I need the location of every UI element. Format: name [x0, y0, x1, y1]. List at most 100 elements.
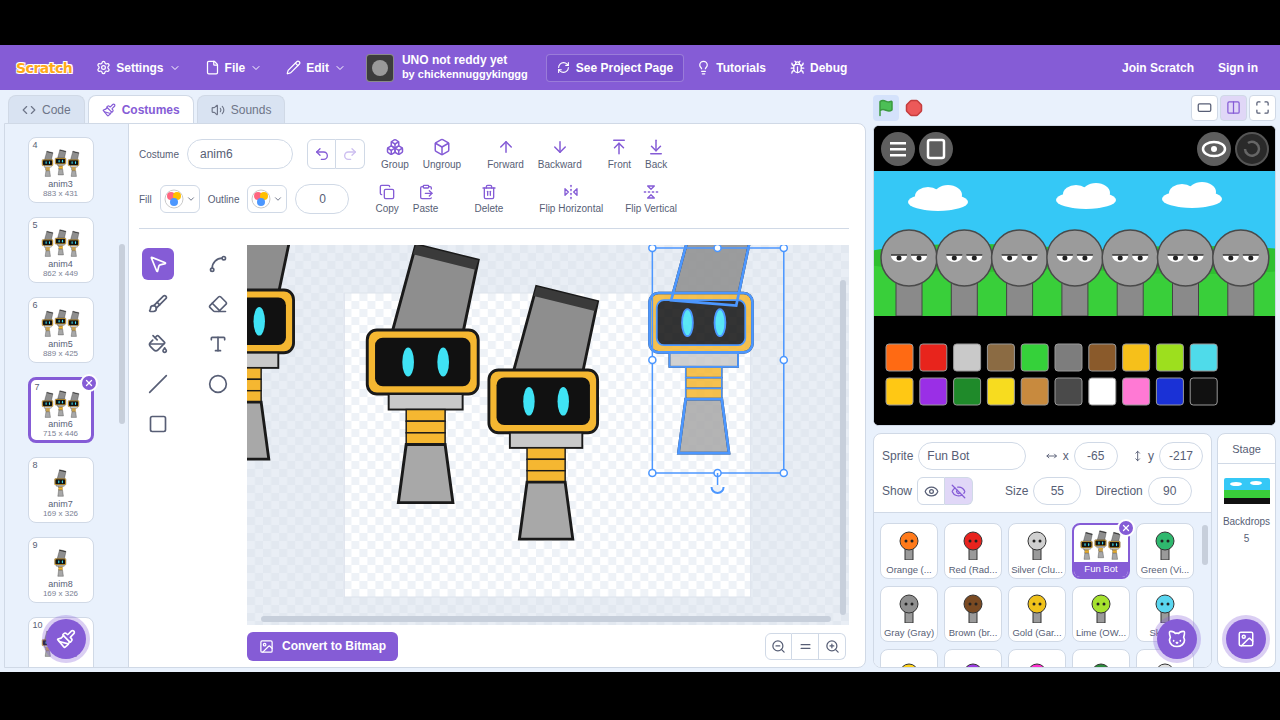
zoom-out-button[interactable]	[765, 633, 792, 660]
action-button[interactable]: Copy	[373, 184, 400, 214]
palette-tile[interactable]	[954, 344, 981, 371]
outline-swatch[interactable]	[247, 185, 287, 213]
sprite-card[interactable]	[1008, 649, 1066, 667]
sprite-card[interactable]: Orange (...	[880, 523, 938, 579]
sprite-card[interactable]: Fun Bot	[1072, 523, 1130, 579]
see-project-button[interactable]: See Project Page	[546, 54, 684, 82]
refresh-icon[interactable]	[1236, 133, 1268, 165]
delete-badge[interactable]	[80, 374, 98, 392]
costume-card[interactable]: 5anim4862 x 449	[28, 217, 94, 283]
tool-button[interactable]	[142, 288, 174, 320]
stage-size-button[interactable]	[1191, 95, 1218, 121]
vertical-scrollbar[interactable]	[840, 280, 846, 615]
outline-width-input[interactable]: 0	[295, 184, 349, 214]
scratch-logo[interactable]: Scratch	[16, 58, 72, 78]
palette-tile[interactable]	[1190, 344, 1217, 371]
tab[interactable]: Costumes	[88, 95, 194, 123]
sprite-card[interactable]: Gray (Gray)	[880, 586, 938, 642]
palette-tile[interactable]	[1123, 344, 1150, 371]
fill-swatch[interactable]	[160, 185, 200, 213]
sprite-card[interactable]: Silver (Clu...	[1008, 523, 1066, 579]
sprite-card[interactable]	[944, 649, 1002, 667]
menu-link[interactable]: Tutorials	[684, 45, 778, 90]
sprite-name-input[interactable]: Fun Bot	[918, 442, 1026, 470]
sprite-card[interactable]: Gold (Gar...	[1008, 586, 1066, 642]
delete-badge[interactable]	[1117, 519, 1135, 537]
project-author[interactable]: by chickennuggykinggg	[402, 68, 528, 82]
menu-icon[interactable]	[881, 132, 915, 166]
palette-tile[interactable]	[886, 344, 913, 371]
tool-button[interactable]	[202, 248, 234, 280]
tool-button[interactable]	[142, 328, 174, 360]
stage-character[interactable]	[1158, 230, 1214, 316]
scrollbar[interactable]	[119, 244, 125, 424]
add-backdrop-button[interactable]	[1226, 619, 1266, 659]
stage-character[interactable]	[1213, 230, 1269, 316]
palette-tile[interactable]	[920, 344, 947, 371]
join-link[interactable]: Join Scratch	[1110, 45, 1206, 90]
stage-character[interactable]	[1047, 230, 1103, 316]
tool-button[interactable]	[202, 288, 234, 320]
stage-size-button[interactable]	[1220, 95, 1247, 121]
sprite-card[interactable]: Brown (br...	[944, 586, 1002, 642]
y-input[interactable]: -217	[1159, 442, 1203, 470]
sprite-card[interactable]: Green (Vi...	[1136, 523, 1194, 579]
menu-item[interactable]: Edit	[274, 45, 358, 90]
stop-button[interactable]	[901, 95, 927, 121]
stage-character[interactable]	[1102, 230, 1158, 316]
palette-tile[interactable]	[1123, 378, 1150, 405]
stage-character[interactable]	[881, 230, 937, 316]
tab[interactable]: Code	[8, 95, 85, 123]
x-input[interactable]: -65	[1074, 442, 1118, 470]
palette-tile[interactable]	[1190, 378, 1217, 405]
stage-size-button[interactable]	[1249, 95, 1276, 121]
card-icon[interactable]	[919, 132, 953, 166]
palette-tile[interactable]	[987, 378, 1014, 405]
zoom-in-button[interactable]	[819, 633, 846, 660]
palette-tile[interactable]	[1055, 378, 1082, 405]
sprite-card[interactable]: Red (Rad...	[944, 523, 1002, 579]
action-button[interactable]: Flip Vertical	[623, 184, 679, 214]
tool-button[interactable]	[202, 328, 234, 360]
tool-button[interactable]	[142, 248, 174, 280]
arrange-button[interactable]: Backward	[536, 138, 584, 170]
costume-card[interactable]: 9anim8169 x 326	[28, 537, 94, 603]
tab[interactable]: Sounds	[197, 95, 286, 123]
palette-tile[interactable]	[886, 378, 913, 405]
hide-button[interactable]	[945, 477, 973, 505]
palette-tile[interactable]	[920, 378, 947, 405]
palette-tile[interactable]	[987, 344, 1014, 371]
costume-card[interactable]: 7anim6715 x 446	[28, 377, 94, 443]
project-title[interactable]: UNO not reddy yet	[402, 53, 528, 68]
costume-name-input[interactable]: anim6	[187, 139, 293, 169]
menu-item[interactable]: File	[193, 45, 275, 90]
tool-button[interactable]	[202, 368, 234, 400]
palette-tile[interactable]	[1089, 344, 1116, 371]
costume-card[interactable]: 6anim5889 x 425	[28, 297, 94, 363]
menu-link[interactable]: Debug	[778, 45, 859, 90]
arrange-button[interactable]: Forward	[485, 138, 526, 170]
menu-item[interactable]: Settings	[84, 45, 192, 90]
action-button[interactable]: Flip Horizontal	[537, 184, 605, 214]
costume-card[interactable]: 4anim3883 x 431	[28, 137, 94, 203]
sprite-card[interactable]: Lime (OW...	[1072, 586, 1130, 642]
palette-tile[interactable]	[1055, 344, 1082, 371]
redo-button[interactable]	[336, 139, 365, 169]
paint-canvas[interactable]	[247, 245, 849, 625]
arrange-button[interactable]: Back	[643, 138, 669, 170]
add-sprite-button[interactable]	[1157, 619, 1197, 659]
arrange-button[interactable]: Front	[606, 138, 633, 170]
selection-box[interactable]	[649, 245, 787, 493]
costume-card[interactable]: 8anim7169 x 326	[28, 457, 94, 523]
green-flag-button[interactable]	[873, 95, 899, 121]
zoom-reset-button[interactable]	[792, 633, 819, 660]
show-button[interactable]	[917, 477, 945, 505]
convert-bitmap-button[interactable]: Convert to Bitmap	[247, 632, 398, 661]
sprite-card[interactable]	[1072, 649, 1130, 667]
palette-tile[interactable]	[1156, 344, 1183, 371]
palette-tile[interactable]	[1089, 378, 1116, 405]
eye-icon[interactable]	[1197, 132, 1231, 166]
palette-tile[interactable]	[1021, 378, 1048, 405]
size-input[interactable]: 55	[1033, 477, 1081, 505]
tool-button[interactable]	[142, 408, 174, 440]
